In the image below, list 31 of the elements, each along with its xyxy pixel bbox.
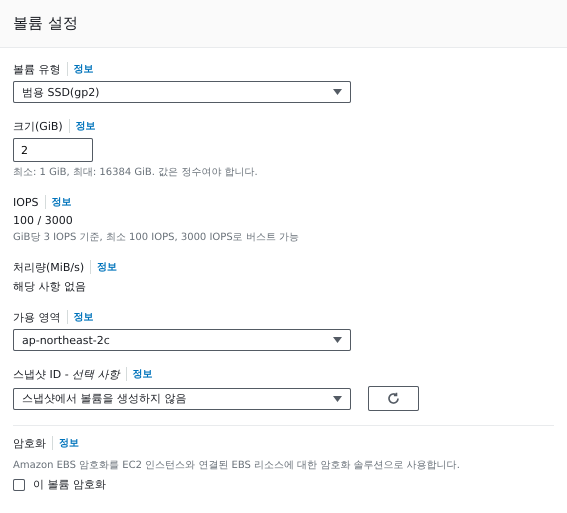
dropdown-caret-icon: [333, 89, 342, 95]
field-label: 처리량(MiB/s): [13, 260, 84, 274]
field-hint: GiB당 3 IOPS 기준, 최소 100 IOPS, 3000 IOPS로 버스트 가능: [13, 231, 300, 244]
field-label: 가용 영역: [13, 310, 60, 324]
field-label: 볼륨 유형: [13, 62, 60, 76]
size-input[interactable]: 2: [13, 138, 93, 162]
checkbox[interactable]: [13, 478, 25, 490]
checkbox-label: 이 볼륨 암호화: [33, 477, 106, 492]
field-label: 스냅샷 ID - 선택 사항: [13, 366, 120, 382]
dropdown-select[interactable]: 스냅샷에서 볼륨을 생성하지 않음: [13, 388, 351, 410]
field-value: 해당 사항 없음: [13, 279, 87, 294]
field-value: 100 / 3000: [13, 214, 74, 227]
dropdown-caret-icon: [333, 337, 342, 343]
info-link[interactable]: 정보: [68, 119, 96, 133]
dropdown-select[interactable]: 범용 SSD(gp2): [13, 81, 351, 103]
refresh-button[interactable]: [368, 386, 419, 411]
info-link[interactable]: 정보: [90, 260, 118, 274]
dropdown-caret-icon: [333, 396, 342, 402]
dropdown-select[interactable]: ap-northeast-2c: [13, 329, 351, 351]
field-label: IOPS: [13, 196, 39, 208]
field-label: 크기(GiB): [13, 118, 63, 134]
info-link[interactable]: 정보: [66, 62, 94, 76]
field-label: 암호화: [13, 436, 46, 450]
info-link[interactable]: 정보: [66, 310, 94, 324]
refresh-icon: [387, 392, 400, 405]
info-link[interactable]: 정보: [126, 367, 153, 381]
field-hint: Amazon EBS 암호화를 EC2 인스턴스와 연결된 EBS 리소스에 대한 암호화 솔루션으로 사용합니다.: [13, 459, 461, 472]
field-hint: 최소: 1 GiB, 최대: 16384 GiB. 값은 정수여야 합니다.: [13, 166, 259, 179]
info-link[interactable]: 정보: [52, 436, 79, 450]
info-link[interactable]: 정보: [44, 195, 72, 209]
section-title: 볼륨 설정: [13, 14, 78, 33]
